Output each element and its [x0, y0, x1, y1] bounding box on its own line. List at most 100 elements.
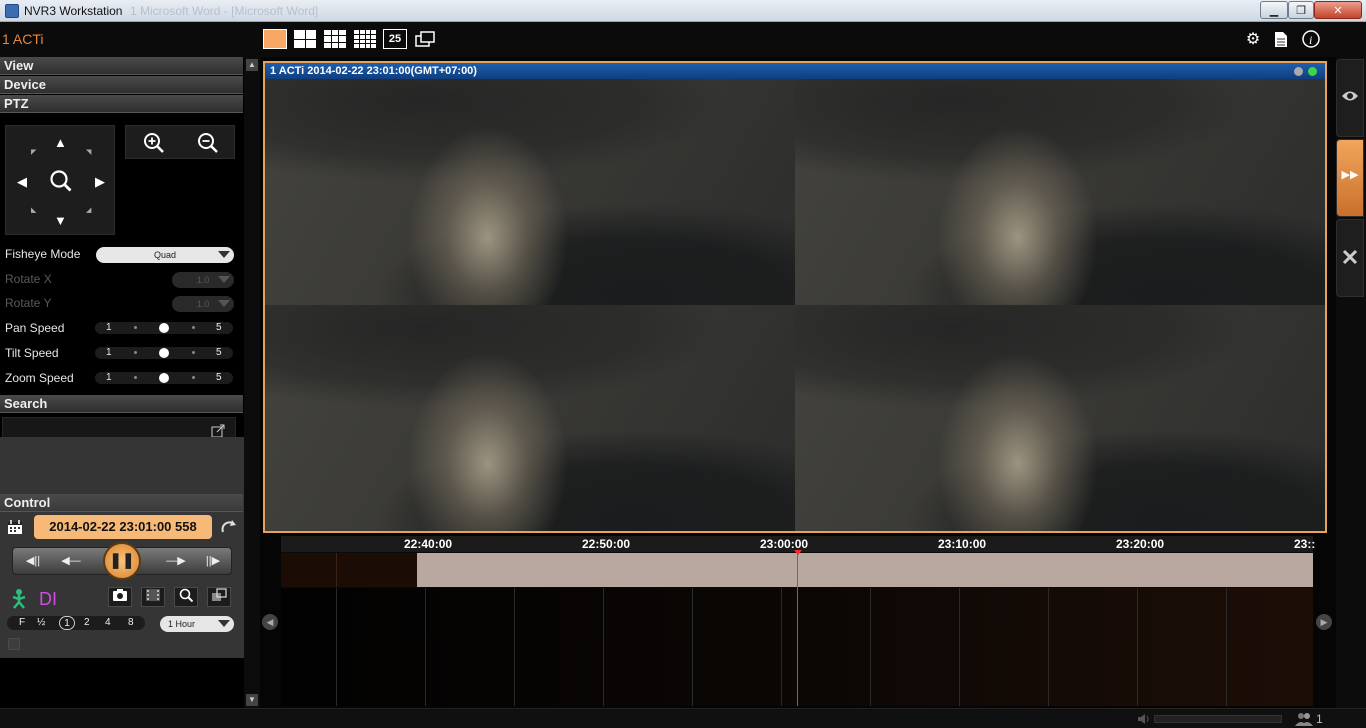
- speed-option-half[interactable]: ½: [37, 616, 45, 630]
- control-checkbox[interactable]: [8, 638, 20, 650]
- settings-icon[interactable]: ⚙: [1242, 28, 1264, 50]
- zoom-out-icon[interactable]: [197, 132, 219, 154]
- section-device[interactable]: Device: [0, 76, 243, 94]
- close-button[interactable]: ✕: [1314, 1, 1362, 19]
- jump-to-time-icon[interactable]: [220, 518, 238, 536]
- scroll-up-arrow[interactable]: ▲: [246, 59, 258, 71]
- timeline-tick-label: 23::: [1294, 537, 1316, 551]
- section-view[interactable]: View: [0, 57, 243, 75]
- slider-knob[interactable]: [159, 348, 169, 358]
- speaker-icon[interactable]: [1137, 713, 1151, 725]
- chevron-down-icon: [218, 300, 230, 307]
- pan-speed-slider[interactable]: 1 5: [95, 322, 233, 334]
- calendar-icon[interactable]: [7, 519, 23, 535]
- layout-25-button[interactable]: 25: [383, 29, 407, 49]
- zoom-in-icon[interactable]: [143, 132, 165, 154]
- fisheye-quad-view-2[interactable]: [795, 79, 1325, 305]
- info-icon[interactable]: i: [1300, 28, 1322, 50]
- nvr-workstation-window: NVR3 Workstation 1 Microsoft Word - [Mic…: [0, 0, 1366, 728]
- ptz-upleft-button[interactable]: ◤: [31, 148, 36, 156]
- playback-search-button[interactable]: [174, 587, 198, 607]
- timeline-gridline: [1226, 588, 1227, 706]
- users-icon: [1295, 713, 1313, 726]
- rotate-y-select[interactable]: 1.0: [172, 296, 234, 312]
- scroll-down-arrow[interactable]: ▼: [246, 694, 258, 706]
- tilt-speed-slider[interactable]: 1 5: [95, 347, 233, 359]
- ptz-center-magnifier-icon[interactable]: [49, 169, 73, 193]
- timeline-next-button[interactable]: ▶: [1316, 614, 1332, 630]
- pause-button[interactable]: ❚❚: [103, 542, 141, 580]
- ptz-up-button[interactable]: ▲: [54, 136, 67, 149]
- ptz-right-button[interactable]: ▶: [95, 175, 105, 188]
- ptz-downright-button[interactable]: ◢: [86, 206, 91, 214]
- film-export-button[interactable]: [141, 587, 165, 607]
- section-control[interactable]: Control: [0, 494, 243, 512]
- ptz-upright-button[interactable]: ◥: [86, 148, 91, 156]
- fisheye-mode-label: Fisheye Mode: [5, 247, 81, 261]
- fast-forward-icon: ▶▶: [1341, 169, 1359, 181]
- timeline-range-select[interactable]: 1 Hour: [160, 616, 234, 632]
- slider-knob[interactable]: [159, 373, 169, 383]
- minimize-button[interactable]: ▁: [1260, 1, 1288, 19]
- tilt-speed-label: Tilt Speed: [5, 346, 59, 360]
- window-title: NVR3 Workstation: [24, 4, 123, 18]
- section-ptz[interactable]: PTZ: [0, 95, 243, 113]
- recording-segment[interactable]: [417, 553, 1313, 587]
- timeline-gridline: [514, 588, 515, 706]
- left-panel-scrollbar[interactable]: ▲ ▼: [244, 57, 260, 708]
- fisheye-quad-view-1[interactable]: [265, 79, 795, 305]
- slider-knob[interactable]: [159, 323, 169, 333]
- fisheye-quad-view-3[interactable]: [265, 305, 795, 531]
- playback-timeline[interactable]: 22:40:00 22:50:00 23:00:00 23:10:00 23:2…: [281, 536, 1316, 706]
- rotate-x-label: Rotate X: [5, 272, 52, 286]
- eye-icon: [1342, 91, 1358, 101]
- timeline-gridline: [425, 588, 426, 706]
- tools-icon: [1342, 249, 1358, 265]
- volume-slider[interactable]: [1154, 715, 1282, 723]
- timeline-gridline: [692, 588, 693, 706]
- slider-tick: [134, 326, 137, 329]
- rotate-x-select[interactable]: 1.0: [172, 272, 234, 288]
- snapshot-button[interactable]: [108, 587, 132, 607]
- ptz-zoom-pad: [125, 125, 235, 159]
- digital-input-indicator[interactable]: DI: [39, 589, 57, 610]
- speed-option-f[interactable]: F: [19, 616, 25, 630]
- ptz-down-button[interactable]: ▼: [54, 214, 67, 227]
- layout-2x2-button[interactable]: [293, 29, 317, 49]
- chevron-down-icon: [218, 620, 230, 627]
- layout-4x4-button[interactable]: [353, 29, 377, 49]
- popout-playback-button[interactable]: [207, 587, 231, 607]
- rewind-button[interactable]: ◀—: [53, 548, 89, 574]
- video-viewport[interactable]: 1 ACTi 2014-02-22 23:01:00(GMT+07:00): [263, 61, 1327, 533]
- forward-button[interactable]: —▶: [158, 548, 194, 574]
- video-channel-header: 1 ACTi 2014-02-22 23:01:00(GMT+07:00): [265, 63, 1325, 79]
- layout-custom-button[interactable]: [413, 29, 437, 49]
- layout-1x1-button[interactable]: [263, 29, 287, 49]
- timeline-prev-button[interactable]: ◀: [262, 614, 278, 630]
- timeline-playhead[interactable]: [797, 551, 798, 706]
- setup-tab[interactable]: [1336, 219, 1364, 297]
- step-back-button[interactable]: ◀||: [15, 548, 51, 574]
- speed-option-4[interactable]: 4: [105, 616, 111, 630]
- popout-icon[interactable]: [211, 424, 225, 438]
- step-forward-button[interactable]: ||▶: [195, 548, 231, 574]
- fisheye-mode-select[interactable]: Quad: [96, 247, 234, 263]
- live-view-tab[interactable]: [1336, 59, 1364, 137]
- document-icon[interactable]: [1270, 28, 1292, 50]
- rotate-x-value: 1.0: [196, 275, 210, 285]
- maximize-button[interactable]: ❐: [1288, 1, 1314, 19]
- site-name: 1 ACTi: [2, 31, 44, 47]
- playback-datetime[interactable]: 2014-02-22 23:01:00 558: [34, 515, 212, 539]
- speed-option-1-selected[interactable]: 1: [59, 616, 75, 630]
- layout-3x3-button[interactable]: [323, 29, 347, 49]
- playback-tab[interactable]: ▶▶: [1336, 139, 1364, 217]
- speed-option-2[interactable]: 2: [84, 616, 90, 630]
- section-search[interactable]: Search: [0, 395, 243, 413]
- fisheye-quad-view-4[interactable]: [795, 305, 1325, 531]
- zoom-speed-slider[interactable]: 1 5: [95, 372, 233, 384]
- motion-person-icon[interactable]: [8, 588, 30, 610]
- timeline-tick-label: 23:20:00: [1116, 537, 1165, 551]
- ptz-left-button[interactable]: ◀: [17, 175, 27, 188]
- speed-option-8[interactable]: 8: [128, 616, 134, 630]
- ptz-downleft-button[interactable]: ◣: [31, 206, 36, 214]
